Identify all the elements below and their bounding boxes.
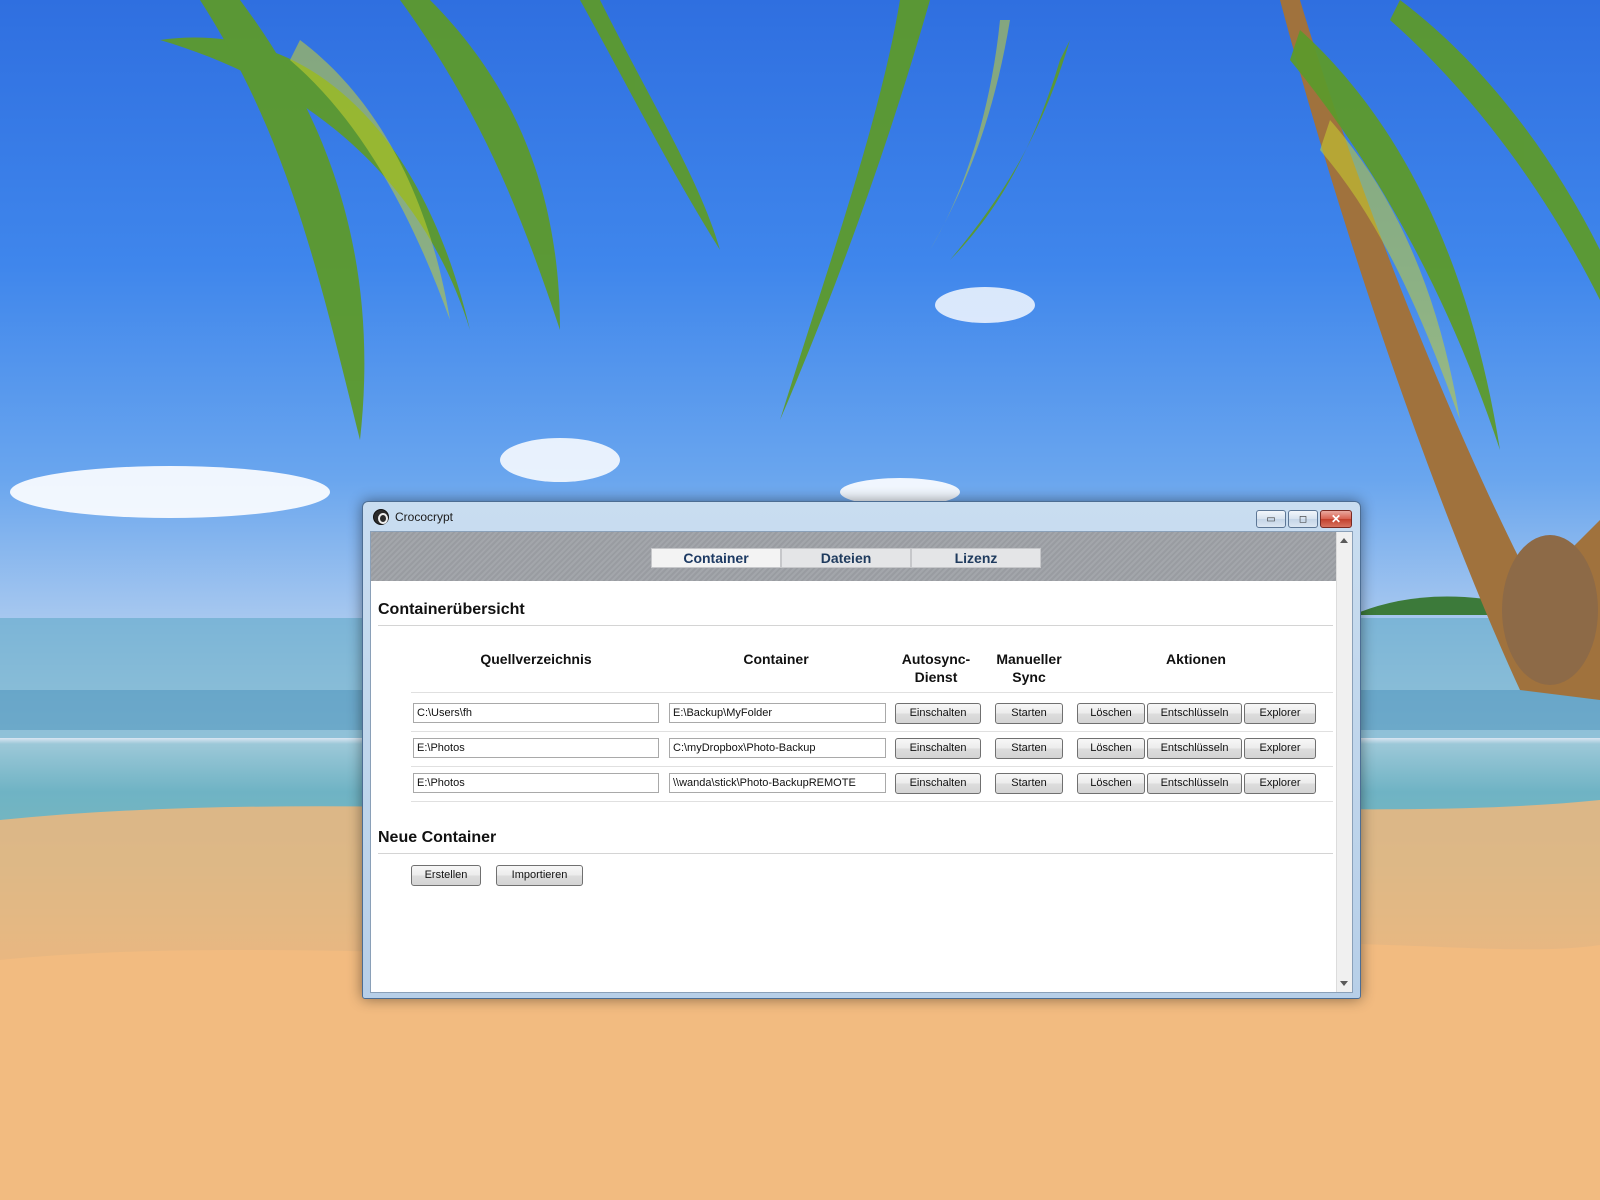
new-container-title: Neue Container (378, 829, 497, 846)
source-field[interactable]: E:\Photos (413, 773, 659, 793)
create-container-button[interactable]: Erstellen (411, 865, 481, 886)
manual-sync-start-button[interactable]: Starten (995, 703, 1063, 724)
row-divider (411, 801, 1333, 802)
column-header-manual-sync: Manueller Sync (984, 650, 1074, 686)
delete-button[interactable]: Löschen (1077, 703, 1145, 724)
column-header-manual-line2: Sync (1012, 669, 1046, 685)
column-header-autosync: Autosync- Dienst (886, 650, 986, 686)
header-divider (411, 692, 1333, 693)
column-header-autosync-line1: Autosync- (901, 651, 971, 667)
manual-sync-start-button[interactable]: Starten (995, 738, 1063, 759)
container-field[interactable]: \\wanda\stick\Photo-BackupREMOTE (669, 773, 886, 793)
autosync-enable-button[interactable]: Einschalten (895, 738, 981, 759)
maximize-button[interactable]: ◻ (1288, 510, 1318, 528)
decrypt-button[interactable]: Entschlüsseln (1147, 703, 1242, 724)
import-container-button[interactable]: Importieren (496, 865, 583, 886)
explorer-button[interactable]: Explorer (1244, 773, 1316, 794)
autosync-enable-button[interactable]: Einschalten (895, 773, 981, 794)
decrypt-button[interactable]: Entschlüsseln (1147, 773, 1242, 794)
close-button[interactable]: ✕ (1320, 510, 1352, 528)
crococrypt-window: Crococrypt ▭ ◻ ✕ Container Dateien Lizen… (362, 501, 1361, 999)
delete-button[interactable]: Löschen (1077, 738, 1145, 759)
row-divider (411, 731, 1333, 732)
tab-bar: Container Dateien Lizenz (371, 532, 1337, 581)
overview-divider (378, 625, 1333, 626)
tab-container[interactable]: Container (651, 548, 781, 568)
column-header-source: Quellverzeichnis (480, 651, 592, 667)
minimize-button[interactable]: ▭ (1256, 510, 1286, 528)
row-divider (411, 766, 1333, 767)
explorer-button[interactable]: Explorer (1244, 738, 1316, 759)
window-controls: ▭ ◻ ✕ (1256, 510, 1352, 528)
client-area: Container Dateien Lizenz Containerübersi… (370, 531, 1353, 993)
column-header-manual-line1: Manueller (996, 651, 1062, 667)
tab-dateien[interactable]: Dateien (781, 548, 911, 568)
vertical-scrollbar[interactable] (1336, 532, 1352, 992)
source-field[interactable]: C:\Users\fh (413, 703, 659, 723)
explorer-button[interactable]: Explorer (1244, 703, 1316, 724)
container-field[interactable]: E:\Backup\MyFolder (669, 703, 886, 723)
tab-lizenz[interactable]: Lizenz (911, 548, 1041, 568)
column-header-container: Container (743, 651, 809, 667)
column-header-actions: Aktionen (1166, 651, 1226, 667)
autosync-enable-button[interactable]: Einschalten (895, 703, 981, 724)
crococrypt-logo-icon (373, 509, 389, 525)
manual-sync-start-button[interactable]: Starten (995, 773, 1063, 794)
title-bar[interactable]: Crococrypt ▭ ◻ ✕ (363, 502, 1360, 532)
source-field[interactable]: E:\Photos (413, 738, 659, 758)
scroll-up-arrow-icon[interactable] (1340, 538, 1348, 543)
overview-title: Containerübersicht (378, 601, 525, 618)
container-field[interactable]: C:\myDropbox\Photo-Backup (669, 738, 886, 758)
new-container-divider (378, 853, 1333, 854)
window-title: Crococrypt (395, 510, 454, 524)
scroll-down-arrow-icon[interactable] (1340, 981, 1348, 986)
delete-button[interactable]: Löschen (1077, 773, 1145, 794)
column-header-autosync-line2: Dienst (914, 669, 958, 685)
decrypt-button[interactable]: Entschlüsseln (1147, 738, 1242, 759)
